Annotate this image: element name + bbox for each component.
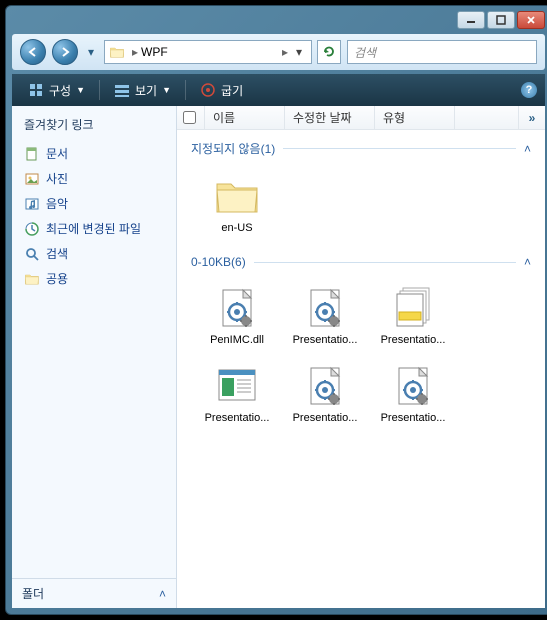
sidebar-item-label: 공용 <box>46 270 68 287</box>
sidebar-item-label: 문서 <box>46 145 68 162</box>
chevron-up-icon: ˄ <box>524 255 531 269</box>
config-icon <box>301 284 349 332</box>
breadcrumb-arrow: ▸ <box>132 45 138 59</box>
navbar: ▾ ▸ WPF ▸ ▾ 검색 <box>12 34 545 70</box>
folders-label: 폴더 <box>22 585 44 602</box>
sidebar-item-label: 검색 <box>46 245 68 262</box>
column-blank[interactable] <box>455 106 519 129</box>
item-grid: en-US <box>177 161 545 249</box>
view-icon <box>114 82 130 98</box>
file-label: PenIMC.dll <box>200 334 274 346</box>
file-label: Presentatio... <box>288 412 362 424</box>
view-button[interactable]: 보기 ▼ <box>106 79 179 102</box>
sidebar-item-public[interactable]: 공용 <box>12 266 176 291</box>
select-all-checkbox[interactable] <box>183 111 196 124</box>
music-icon <box>24 196 40 212</box>
content-area: 즐겨찾기 링크 문서사진음악최근에 변경된 파일검색공용 폴더 ˄ 이름 수정한… <box>12 106 545 608</box>
group-header[interactable]: 지정되지 않음(1) ˄ <box>177 134 545 161</box>
public-icon <box>24 271 40 287</box>
folder-icon <box>213 172 261 220</box>
burn-icon <box>200 82 216 98</box>
breadcrumb-segment[interactable]: WPF <box>141 45 279 59</box>
sidebar-item-music[interactable]: 음악 <box>12 191 176 216</box>
file-view: 이름 수정한 날짜 유형 » 지정되지 않음(1) ˄ en-US 0-10KB(6)… <box>177 106 545 608</box>
column-name[interactable]: 이름 <box>205 106 285 129</box>
file-item[interactable]: Presentatio... <box>197 357 277 429</box>
file-label: Presentatio... <box>376 334 450 346</box>
doc-icon <box>213 362 261 410</box>
item-grid: PenIMC.dll Presentatio... Presentatio... Pr… <box>177 273 545 439</box>
chevron-up-icon: ˄ <box>524 142 531 156</box>
sidebar: 즐겨찾기 링크 문서사진음악최근에 변경된 파일검색공용 폴더 ˄ <box>12 106 177 608</box>
config-icon <box>213 284 261 332</box>
file-item[interactable]: Presentatio... <box>285 357 365 429</box>
recent-icon <box>24 221 40 237</box>
minimize-button[interactable] <box>457 11 485 29</box>
refresh-icon <box>322 45 336 59</box>
search-placeholder: 검색 <box>354 44 376 61</box>
folder-item[interactable]: en-US <box>197 167 277 239</box>
refresh-button[interactable] <box>317 40 341 64</box>
config-icon <box>301 362 349 410</box>
sidebar-item-search[interactable]: 검색 <box>12 241 176 266</box>
file-label: Presentatio... <box>200 412 274 424</box>
stack-icon <box>389 284 437 332</box>
column-headers: 이름 수정한 날짜 유형 » <box>177 106 545 130</box>
sidebar-item-label: 최근에 변경된 파일 <box>46 220 141 237</box>
folder-icon <box>109 44 125 60</box>
file-label: en-US <box>200 222 274 234</box>
toolbar: 구성 ▼ 보기 ▼ 굽기 ? <box>12 74 545 106</box>
file-item[interactable]: Presentatio... <box>373 279 453 351</box>
group-title: 지정되지 않음(1) <box>191 140 275 157</box>
separator <box>99 80 100 100</box>
search-input[interactable]: 검색 <box>347 40 537 64</box>
chevron-up-icon: ˄ <box>159 587 166 601</box>
column-more[interactable]: » <box>519 111 545 125</box>
file-label: Presentatio... <box>288 334 362 346</box>
forward-button[interactable] <box>52 39 78 65</box>
nav-history-dropdown[interactable]: ▾ <box>84 39 98 65</box>
address-bar[interactable]: ▸ WPF ▸ ▾ <box>104 40 312 64</box>
back-button[interactable] <box>20 39 46 65</box>
sidebar-item-recent[interactable]: 최근에 변경된 파일 <box>12 216 176 241</box>
file-item[interactable]: Presentatio... <box>285 279 365 351</box>
chevron-down-icon: ▼ <box>76 85 85 95</box>
config-icon <box>389 362 437 410</box>
column-type[interactable]: 유형 <box>375 106 455 129</box>
pic-icon <box>24 171 40 187</box>
file-label: Presentatio... <box>376 412 450 424</box>
address-dropdown[interactable]: ▾ <box>291 45 307 59</box>
file-list: 지정되지 않음(1) ˄ en-US 0-10KB(6) ˄ PenIMC.dll Pres… <box>177 130 545 608</box>
column-checkbox[interactable] <box>177 106 205 129</box>
titlebar <box>6 6 547 34</box>
search-icon <box>24 246 40 262</box>
group-title: 0-10KB(6) <box>191 255 246 269</box>
group-line <box>254 262 516 263</box>
folders-toggle[interactable]: 폴더 ˄ <box>12 578 176 608</box>
organize-icon <box>28 82 44 98</box>
close-button[interactable] <box>517 11 545 29</box>
file-item[interactable]: Presentatio... <box>373 357 453 429</box>
explorer-window: ▾ ▸ WPF ▸ ▾ 검색 구성 ▼ 보기 ▼ 굽기 <box>5 5 547 615</box>
burn-label: 굽기 <box>221 82 243 99</box>
sidebar-item-doc[interactable]: 문서 <box>12 141 176 166</box>
separator <box>185 80 186 100</box>
sidebar-item-pic[interactable]: 사진 <box>12 166 176 191</box>
chevron-down-icon: ▼ <box>162 85 171 95</box>
group-line <box>283 148 516 149</box>
column-modified[interactable]: 수정한 날짜 <box>285 106 375 129</box>
organize-button[interactable]: 구성 ▼ <box>20 79 93 102</box>
file-item[interactable]: PenIMC.dll <box>197 279 277 351</box>
burn-button[interactable]: 굽기 <box>192 79 251 102</box>
group-header[interactable]: 0-10KB(6) ˄ <box>177 249 545 273</box>
sidebar-item-label: 음악 <box>46 195 68 212</box>
view-label: 보기 <box>135 82 157 99</box>
maximize-button[interactable] <box>487 11 515 29</box>
doc-icon <box>24 146 40 162</box>
sidebar-header: 즐겨찾기 링크 <box>12 106 176 141</box>
organize-label: 구성 <box>49 82 71 99</box>
breadcrumb-arrow: ▸ <box>282 45 288 59</box>
help-button[interactable]: ? <box>521 82 537 98</box>
sidebar-item-label: 사진 <box>46 170 68 187</box>
